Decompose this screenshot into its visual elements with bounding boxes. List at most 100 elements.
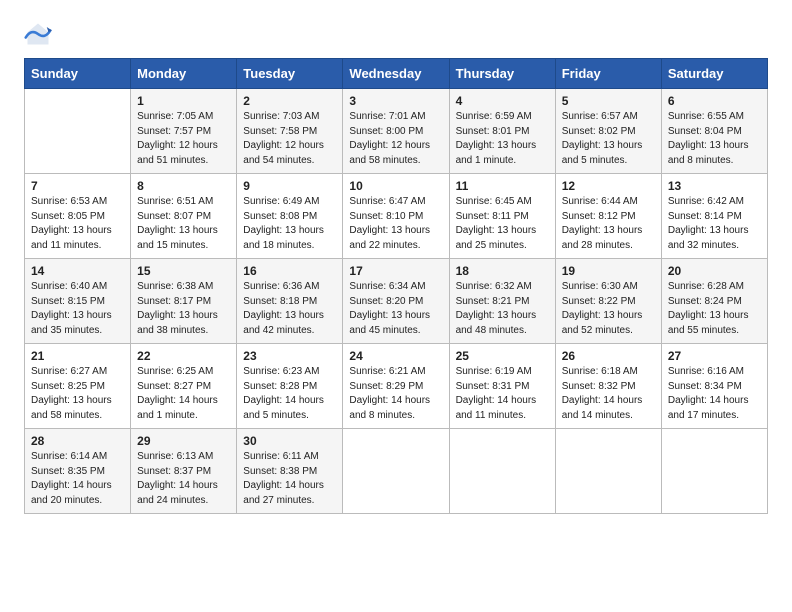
day-number: 2 bbox=[243, 94, 336, 108]
calendar-cell: 9Sunrise: 6:49 AM Sunset: 8:08 PM Daylig… bbox=[237, 174, 343, 259]
calendar-cell: 13 Sunrise: 6:42 AM Sunset: 8:14 PM Dayli… bbox=[661, 174, 767, 259]
calendar-cell: 20Sunrise: 6:28 AM Sunset: 8:24 PM Dayli… bbox=[661, 259, 767, 344]
calendar-cell: 29 Sunrise: 6:13 AM Sunset: 8:37 PM Dayli… bbox=[131, 429, 237, 514]
day-number: 1 bbox=[137, 94, 230, 108]
calendar-cell: 23 Sunrise: 6:23 AM Sunset: 8:28 PM Dayli… bbox=[237, 344, 343, 429]
calendar-cell: 16 Sunrise: 6:36 AM Sunset: 8:18 PM Dayli… bbox=[237, 259, 343, 344]
day-info: Sunrise: 6:28 AM Sunset: 8:24 PM Dayligh… bbox=[668, 280, 761, 338]
day-number: 30 bbox=[243, 434, 336, 448]
weekday-header-monday: Monday bbox=[131, 59, 237, 89]
day-number: 27 bbox=[668, 349, 761, 363]
day-info: Sunrise: 6:32 AM Sunset: 8:21 PM Dayligh… bbox=[456, 280, 549, 338]
day-number: 21 bbox=[31, 349, 124, 363]
day-info: Sunrise: 6:53 AM Sunset: 8:05 PM Dayligh… bbox=[31, 195, 124, 253]
day-number: 23 bbox=[243, 349, 336, 363]
calendar-cell: 7 Sunrise: 6:53 AM Sunset: 8:05 PM Daylig… bbox=[25, 174, 131, 259]
day-info: Sunrise: 6:19 AM Sunset: 8:31 PM Dayligh… bbox=[456, 365, 549, 423]
day-number: 29 bbox=[137, 434, 230, 448]
page-header bbox=[24, 20, 768, 48]
day-number: 18 bbox=[456, 264, 549, 278]
calendar-cell: 30 Sunrise: 6:11 AM Sunset: 8:38 PM Dayli… bbox=[237, 429, 343, 514]
day-number: 9 bbox=[243, 179, 336, 193]
day-number: 10 bbox=[349, 179, 442, 193]
weekday-header-wednesday: Wednesday bbox=[343, 59, 449, 89]
day-info: Sunrise: 6:45 AM Sunset: 8:11 PM Dayligh… bbox=[456, 195, 549, 253]
calendar-cell bbox=[449, 429, 555, 514]
calendar-cell: 17 Sunrise: 6:34 AM Sunset: 8:20 PM Dayli… bbox=[343, 259, 449, 344]
weekday-header-saturday: Saturday bbox=[661, 59, 767, 89]
day-info: Sunrise: 6:14 AM Sunset: 8:35 PM Dayligh… bbox=[31, 450, 124, 508]
day-number: 3 bbox=[349, 94, 442, 108]
day-info: Sunrise: 6:18 AM Sunset: 8:32 PM Dayligh… bbox=[562, 365, 655, 423]
day-number: 6 bbox=[668, 94, 761, 108]
day-number: 26 bbox=[562, 349, 655, 363]
calendar-cell: 5Sunrise: 6:57 AM Sunset: 8:02 PM Daylig… bbox=[555, 89, 661, 174]
calendar-cell: 10 Sunrise: 6:47 AM Sunset: 8:10 PM Dayli… bbox=[343, 174, 449, 259]
week-row-3: 14 Sunrise: 6:40 AM Sunset: 8:15 PM Dayli… bbox=[25, 259, 768, 344]
day-number: 12 bbox=[562, 179, 655, 193]
day-info: Sunrise: 6:34 AM Sunset: 8:20 PM Dayligh… bbox=[349, 280, 442, 338]
day-info: Sunrise: 6:40 AM Sunset: 8:15 PM Dayligh… bbox=[31, 280, 124, 338]
logo bbox=[24, 20, 56, 48]
weekday-header-row: SundayMondayTuesdayWednesdayThursdayFrid… bbox=[25, 59, 768, 89]
calendar-cell: 28 Sunrise: 6:14 AM Sunset: 8:35 PM Dayli… bbox=[25, 429, 131, 514]
calendar-cell: 18 Sunrise: 6:32 AM Sunset: 8:21 PM Dayli… bbox=[449, 259, 555, 344]
calendar-cell bbox=[555, 429, 661, 514]
calendar-cell: 21 Sunrise: 6:27 AM Sunset: 8:25 PM Dayli… bbox=[25, 344, 131, 429]
calendar-cell: 6 Sunrise: 6:55 AM Sunset: 8:04 PM Daylig… bbox=[661, 89, 767, 174]
day-number: 5 bbox=[562, 94, 655, 108]
day-info: Sunrise: 6:21 AM Sunset: 8:29 PM Dayligh… bbox=[349, 365, 442, 423]
calendar-cell: 1 Sunrise: 7:05 AM Sunset: 7:57 PM Daylig… bbox=[131, 89, 237, 174]
day-number: 13 bbox=[668, 179, 761, 193]
calendar-cell bbox=[25, 89, 131, 174]
week-row-2: 7 Sunrise: 6:53 AM Sunset: 8:05 PM Daylig… bbox=[25, 174, 768, 259]
day-number: 16 bbox=[243, 264, 336, 278]
calendar-cell: 11 Sunrise: 6:45 AM Sunset: 8:11 PM Dayli… bbox=[449, 174, 555, 259]
weekday-header-thursday: Thursday bbox=[449, 59, 555, 89]
day-number: 22 bbox=[137, 349, 230, 363]
day-number: 15 bbox=[137, 264, 230, 278]
day-info: Sunrise: 6:27 AM Sunset: 8:25 PM Dayligh… bbox=[31, 365, 124, 423]
week-row-5: 28 Sunrise: 6:14 AM Sunset: 8:35 PM Dayli… bbox=[25, 429, 768, 514]
calendar-cell: 15 Sunrise: 6:38 AM Sunset: 8:17 PM Dayli… bbox=[131, 259, 237, 344]
day-number: 14 bbox=[31, 264, 124, 278]
weekday-header-tuesday: Tuesday bbox=[237, 59, 343, 89]
day-info: Sunrise: 6:11 AM Sunset: 8:38 PM Dayligh… bbox=[243, 450, 336, 508]
calendar-cell: 22Sunrise: 6:25 AM Sunset: 8:27 PM Dayli… bbox=[131, 344, 237, 429]
calendar-cell: 2 Sunrise: 7:03 AM Sunset: 7:58 PM Daylig… bbox=[237, 89, 343, 174]
day-info: Sunrise: 6:13 AM Sunset: 8:37 PM Dayligh… bbox=[137, 450, 230, 508]
calendar-cell: 19Sunrise: 6:30 AM Sunset: 8:22 PM Dayli… bbox=[555, 259, 661, 344]
day-info: Sunrise: 6:23 AM Sunset: 8:28 PM Dayligh… bbox=[243, 365, 336, 423]
weekday-header-friday: Friday bbox=[555, 59, 661, 89]
day-number: 7 bbox=[31, 179, 124, 193]
day-number: 4 bbox=[456, 94, 549, 108]
day-info: Sunrise: 6:55 AM Sunset: 8:04 PM Dayligh… bbox=[668, 110, 761, 168]
calendar-cell: 25Sunrise: 6:19 AM Sunset: 8:31 PM Dayli… bbox=[449, 344, 555, 429]
calendar-cell bbox=[343, 429, 449, 514]
day-info: Sunrise: 6:30 AM Sunset: 8:22 PM Dayligh… bbox=[562, 280, 655, 338]
day-info: Sunrise: 7:03 AM Sunset: 7:58 PM Dayligh… bbox=[243, 110, 336, 168]
calendar-cell bbox=[661, 429, 767, 514]
week-row-1: 1 Sunrise: 7:05 AM Sunset: 7:57 PM Daylig… bbox=[25, 89, 768, 174]
logo-icon bbox=[24, 20, 52, 48]
day-info: Sunrise: 6:38 AM Sunset: 8:17 PM Dayligh… bbox=[137, 280, 230, 338]
weekday-header-sunday: Sunday bbox=[25, 59, 131, 89]
calendar-cell: 24 Sunrise: 6:21 AM Sunset: 8:29 PM Dayli… bbox=[343, 344, 449, 429]
day-number: 8 bbox=[137, 179, 230, 193]
day-info: Sunrise: 6:44 AM Sunset: 8:12 PM Dayligh… bbox=[562, 195, 655, 253]
day-info: Sunrise: 6:51 AM Sunset: 8:07 PM Dayligh… bbox=[137, 195, 230, 253]
day-number: 24 bbox=[349, 349, 442, 363]
day-info: Sunrise: 7:05 AM Sunset: 7:57 PM Dayligh… bbox=[137, 110, 230, 168]
calendar-cell: 8 Sunrise: 6:51 AM Sunset: 8:07 PM Daylig… bbox=[131, 174, 237, 259]
week-row-4: 21 Sunrise: 6:27 AM Sunset: 8:25 PM Dayli… bbox=[25, 344, 768, 429]
calendar-cell: 26 Sunrise: 6:18 AM Sunset: 8:32 PM Dayli… bbox=[555, 344, 661, 429]
day-info: Sunrise: 6:47 AM Sunset: 8:10 PM Dayligh… bbox=[349, 195, 442, 253]
day-info: Sunrise: 6:42 AM Sunset: 8:14 PM Dayligh… bbox=[668, 195, 761, 253]
day-number: 11 bbox=[456, 179, 549, 193]
calendar-cell: 12 Sunrise: 6:44 AM Sunset: 8:12 PM Dayli… bbox=[555, 174, 661, 259]
day-number: 17 bbox=[349, 264, 442, 278]
day-info: Sunrise: 6:59 AM Sunset: 8:01 PM Dayligh… bbox=[456, 110, 549, 168]
calendar-table: SundayMondayTuesdayWednesdayThursdayFrid… bbox=[24, 58, 768, 514]
day-info: Sunrise: 6:36 AM Sunset: 8:18 PM Dayligh… bbox=[243, 280, 336, 338]
day-number: 28 bbox=[31, 434, 124, 448]
